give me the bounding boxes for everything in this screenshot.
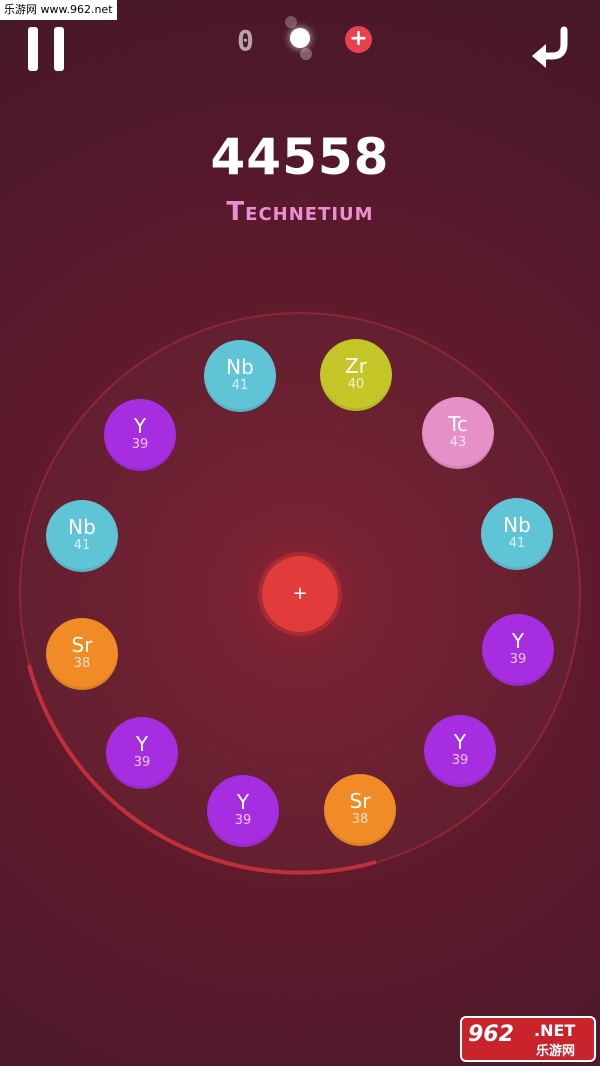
atom-symbol: Sr [349,789,371,813]
atom-number: 41 [508,536,526,551]
atom-symbol: Y [453,730,467,754]
atom-symbol: Nb [226,355,254,379]
logo-number: 962 [468,1022,514,1047]
atom-number: 43 [449,435,467,450]
atom-y[interactable]: Y 39 [424,715,496,787]
atom-number: 39 [451,753,469,768]
center-plus-atom[interactable]: + [262,556,338,632]
atom-nb[interactable]: Nb 41 [204,340,276,412]
atom-symbol: Nb [503,513,531,537]
atom-symbol: Zr [345,354,367,378]
atom-number: 38 [351,812,369,827]
site-logo: 962 .NET 乐游网 [460,1016,596,1062]
atom-y[interactable]: Y 39 [104,399,176,471]
atom-symbol: Sr [71,633,93,657]
atom-number: 39 [131,437,149,452]
atom-number: 41 [73,538,91,553]
atom-symbol: Y [236,790,250,814]
atom-number: 40 [347,377,365,392]
atom-number: 39 [234,813,252,828]
atom-number: 39 [509,652,527,667]
atom-y[interactable]: Y 39 [207,775,279,847]
atom-zr[interactable]: Zr 40 [320,339,392,411]
atom-number: 39 [133,755,151,770]
atom-symbol: Tc [448,412,468,436]
logo-net: .NET [534,1021,576,1040]
atom-number: 38 [73,656,91,671]
atom-y[interactable]: Y 39 [106,717,178,789]
atom-symbol: Y [133,414,147,438]
atom-sr[interactable]: Sr 38 [46,618,118,690]
atom-nb[interactable]: Nb 41 [481,498,553,570]
atom-symbol: Y [511,629,525,653]
atom-tc[interactable]: Tc 43 [422,397,494,469]
logo-cn: 乐游网 [536,1044,576,1059]
atom-sr[interactable]: Sr 38 [324,774,396,846]
atom-symbol: Nb [68,515,96,539]
atom-nb[interactable]: Nb 41 [46,500,118,572]
atom-y[interactable]: Y 39 [482,614,554,686]
atom-symbol: Y [135,732,149,756]
atom-number: 41 [231,378,249,393]
